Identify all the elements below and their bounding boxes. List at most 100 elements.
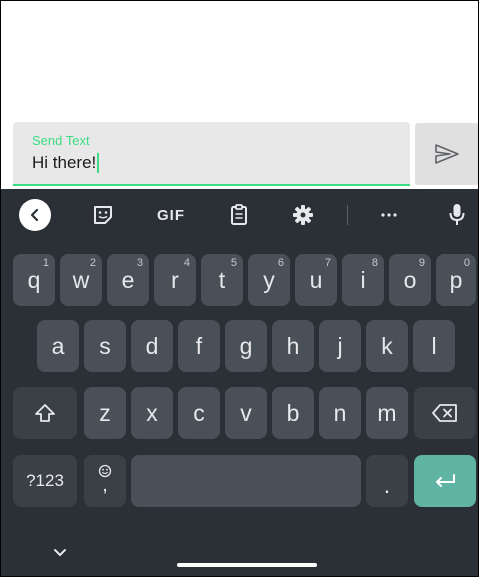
backspace-icon (432, 404, 457, 422)
clipboard-button[interactable] (227, 199, 251, 231)
key-f[interactable]: f (178, 320, 220, 372)
field-value: Hi there! (32, 153, 97, 172)
field-label: Send Text (32, 133, 90, 148)
key-j[interactable]: j (319, 320, 361, 372)
key-s[interactable]: s (84, 320, 126, 372)
app-window: Send Text Hi there! GIF q 1 w 2 e 3 r 4 … (0, 0, 479, 577)
key-i[interactable]: i8 (342, 254, 384, 306)
key-label: v (240, 399, 252, 426)
key-hint: 9 (418, 257, 425, 269)
key-l[interactable]: l (413, 320, 455, 372)
text-cursor (97, 153, 100, 173)
key-b[interactable]: b (272, 387, 314, 439)
toolbar-divider (347, 205, 348, 225)
period-label: . (383, 472, 391, 498)
symbols-key[interactable]: ?123 (13, 455, 77, 507)
more-horizontal-icon (381, 213, 397, 217)
key-label: u (309, 266, 323, 293)
key-label: g (239, 332, 253, 359)
period-key[interactable]: . (366, 455, 408, 507)
back-chevron-icon (19, 199, 51, 231)
key-e[interactable]: e3 (107, 254, 149, 306)
backspace-key[interactable] (414, 387, 476, 439)
key-g[interactable]: g (225, 320, 267, 372)
shift-key[interactable] (13, 387, 77, 439)
message-area (1, 1, 478, 121)
key-k[interactable]: k (366, 320, 408, 372)
gif-button[interactable]: GIF (153, 199, 189, 231)
sticker-button[interactable] (89, 199, 117, 231)
key-label: t (218, 266, 226, 293)
key-q[interactable]: q1 (13, 254, 55, 306)
voice-input-button[interactable] (447, 199, 467, 231)
key-t[interactable]: t5 (201, 254, 243, 306)
more-options-button[interactable] (377, 199, 401, 231)
keyboard-toolbar: GIF (1, 189, 478, 241)
key-x[interactable]: x (131, 387, 173, 439)
enter-icon (436, 474, 455, 487)
key-y[interactable]: y6 (248, 254, 290, 306)
key-label: i (360, 266, 366, 293)
send-text-field[interactable]: Send Text Hi there! (13, 122, 410, 186)
key-label: x (146, 399, 158, 426)
key-label: r (171, 266, 179, 293)
chevron-down-icon (54, 548, 66, 556)
key-hint: 8 (371, 257, 378, 269)
key-label: n (333, 399, 347, 426)
key-hint: 1 (42, 257, 49, 269)
home-gesture-bar[interactable] (177, 563, 317, 567)
key-label: m (377, 399, 397, 426)
gear-icon (293, 205, 313, 225)
key-label: b (286, 399, 300, 426)
shift-icon (35, 404, 55, 422)
key-p[interactable]: p0 (436, 254, 476, 306)
settings-button[interactable] (291, 199, 315, 231)
key-hint: 2 (89, 257, 96, 269)
send-button[interactable] (415, 123, 478, 185)
key-d[interactable]: d (131, 320, 173, 372)
key-label: c (193, 399, 205, 426)
key-r[interactable]: r4 (154, 254, 196, 306)
comma-label: , (102, 474, 108, 496)
send-icon (435, 144, 459, 164)
key-u[interactable]: u7 (295, 254, 337, 306)
key-h[interactable]: h (272, 320, 314, 372)
sticker-icon (94, 206, 112, 224)
key-c[interactable]: c (178, 387, 220, 439)
key-label: s (99, 332, 111, 359)
key-label: k (381, 332, 393, 359)
key-m[interactable]: m (366, 387, 408, 439)
key-hint: 5 (230, 257, 237, 269)
key-label: e (121, 266, 135, 293)
field-value-wrapper: Hi there! (32, 153, 100, 173)
key-o[interactable]: o9 (389, 254, 431, 306)
key-label: p (449, 266, 463, 293)
key-hint: 4 (183, 257, 190, 269)
key-label: w (72, 266, 90, 293)
key-z[interactable]: z (84, 387, 126, 439)
key-label: a (51, 332, 65, 359)
enter-key[interactable] (414, 455, 476, 507)
key-w[interactable]: w2 (60, 254, 102, 306)
emoji-comma-key[interactable]: , (84, 455, 126, 507)
key-label: o (403, 266, 417, 293)
clipboard-icon (231, 204, 247, 225)
key-v[interactable]: v (225, 387, 267, 439)
key-hint: 6 (277, 257, 284, 269)
key-hint: 7 (324, 257, 331, 269)
key-a[interactable]: a (37, 320, 79, 372)
space-key[interactable] (131, 455, 361, 507)
key-label: q (27, 266, 41, 293)
key-hint: 3 (136, 257, 143, 269)
key-label: d (145, 332, 159, 359)
symbols-key-label: ?123 (26, 471, 64, 490)
key-n[interactable]: n (319, 387, 361, 439)
soft-keyboard: GIF q 1 w 2 e 3 r 4 t 5 y 6 u 7 i 8 o 9 … (1, 189, 478, 576)
key-label: z (99, 399, 111, 426)
hide-keyboard-button[interactable] (49, 544, 71, 560)
gif-label: GIF (157, 206, 185, 224)
key-label: h (286, 332, 300, 359)
key-label: f (195, 332, 203, 359)
key-label: l (431, 332, 437, 359)
collapse-toolbar-button[interactable] (19, 199, 51, 231)
